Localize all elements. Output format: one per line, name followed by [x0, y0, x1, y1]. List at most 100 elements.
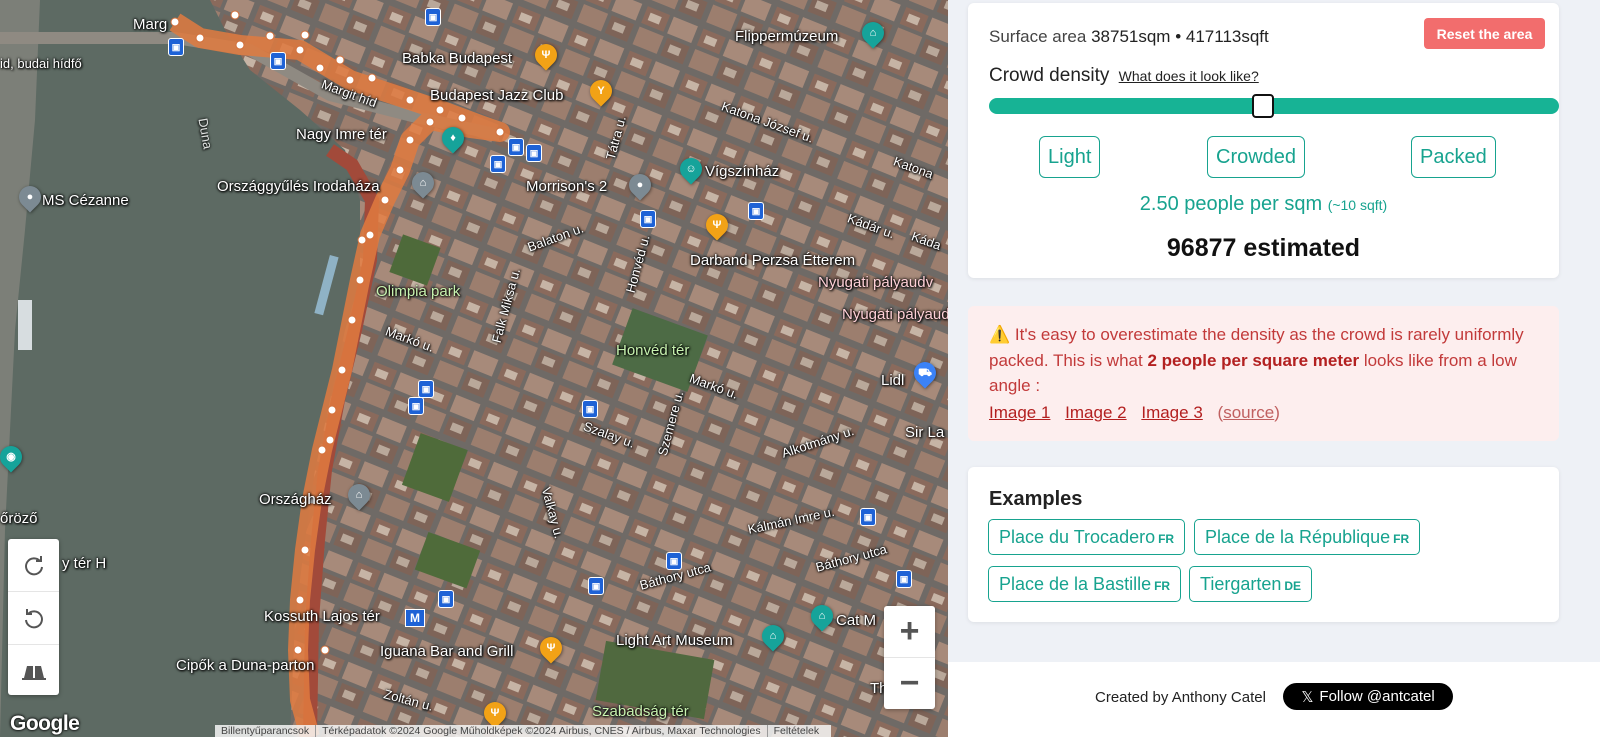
bus-stop-icon[interactable]: ▣ — [666, 552, 682, 570]
rotate-clockwise-button[interactable] — [8, 539, 59, 592]
author-credit: Created by Anthony Catel — [1095, 689, 1266, 706]
source-link[interactable]: source — [1223, 403, 1274, 422]
map-label: Nagy Imre tér — [296, 126, 387, 143]
source-wrapper: (source) — [1218, 403, 1280, 422]
reset-area-button[interactable]: Reset the area — [1424, 18, 1545, 49]
map-label: Országház — [259, 491, 332, 508]
paren-close: ) — [1274, 403, 1280, 422]
bus-stop-icon[interactable]: ▣ — [425, 8, 441, 26]
image-3-link[interactable]: Image 3 — [1141, 403, 1202, 422]
bus-stop-icon[interactable]: ▣ — [526, 144, 542, 162]
map-label: Babka Budapest — [402, 50, 513, 67]
map-label: Flippermúzeum — [735, 28, 839, 45]
map-label: őröző — [0, 510, 38, 527]
image-2-link[interactable]: Image 2 — [1065, 403, 1126, 422]
metro-M-icon[interactable]: M — [405, 609, 425, 627]
zoom-control: + − — [884, 606, 935, 709]
x-logo-icon: 𝕏 — [1301, 688, 1314, 706]
bus-stop-icon[interactable]: ▣ — [438, 590, 454, 608]
what-does-it-look-like-link[interactable]: What does it look like? — [1119, 68, 1259, 84]
example-country: DE — [1284, 578, 1302, 593]
map-label: Cipők a Duna-parton — [176, 657, 315, 674]
bus-stop-icon[interactable]: ▣ — [418, 380, 434, 398]
footer: Created by Anthony Catel 𝕏 Follow @antca… — [948, 662, 1600, 737]
bus-stop-icon[interactable]: ▣ — [408, 397, 424, 415]
satellite-imagery — [0, 0, 948, 737]
density-packed-button[interactable]: Packed — [1411, 136, 1496, 178]
map-label: Nyugati pályaudv — [842, 306, 948, 323]
surface-area-sqft: 417113sqft — [1185, 27, 1269, 46]
keyboard-shortcuts-link[interactable]: Billentyűparancsok — [215, 725, 317, 737]
map-label: Morrison's 2 — [526, 178, 608, 195]
map-label: Honvéd tér — [616, 342, 690, 359]
warning-card: ⚠️ It's easy to overestimate the density… — [968, 306, 1559, 441]
example-republique-button[interactable]: Place de la République FR — [1194, 519, 1421, 555]
map-label: Olimpia park — [376, 283, 461, 300]
map-label: Vígszínház — [705, 163, 780, 180]
bus-stop-icon[interactable]: ▣ — [640, 210, 656, 228]
map-label: Darband Perzsa Étterem — [690, 252, 856, 269]
map-label: Marg — [133, 16, 168, 33]
bus-stop-icon[interactable]: ▣ — [588, 577, 604, 595]
tilt-view-button[interactable] — [8, 645, 59, 697]
map-label: Cat M — [836, 612, 877, 629]
bus-stop-icon[interactable]: ▣ — [270, 52, 286, 70]
example-tiergarten-button[interactable]: Tiergarten DE — [1189, 566, 1313, 602]
map-label: Nyugati pályaudv — [818, 274, 934, 291]
examples-card: Examples Place du Trocadero FR Place de l… — [968, 467, 1559, 622]
zoom-in-button[interactable]: + — [884, 606, 935, 658]
rotate-tilt-control — [8, 539, 59, 695]
map-view[interactable]: Marg id, budai hídfő Babka Budapest Flip… — [0, 0, 948, 737]
examples-title: Examples — [989, 488, 1083, 510]
people-per-sqm: 2.50 people per sqm — [1139, 193, 1323, 215]
terms-link[interactable]: Feltételek — [768, 725, 826, 737]
map-label: Budapest Jazz Club — [430, 87, 564, 104]
example-name: Tiergarten — [1200, 573, 1282, 594]
map-label: Kossuth Lajos tér — [264, 608, 380, 625]
warning-icon: ⚠️ — [989, 325, 1011, 344]
example-country: FR — [1158, 531, 1175, 546]
warning-text: ⚠️ It's easy to overestimate the density… — [989, 322, 1539, 399]
density-rate: 2.50 people per sqm (~10 sqft) — [968, 193, 1559, 216]
warning-emphasis: 2 people per square meter — [1147, 350, 1360, 370]
crowd-estimate: 96877 estimated — [1166, 234, 1361, 262]
bus-stop-icon[interactable]: ▣ — [168, 38, 184, 56]
x-follow-button[interactable]: 𝕏 Follow @antcatel — [1283, 683, 1453, 710]
example-name: Place de la Bastille — [999, 573, 1152, 594]
map-label: id, budai hídfő — [0, 56, 82, 71]
map-data-credit: Térképadatok ©2024 Google Műholdképek ©2… — [316, 725, 768, 737]
density-slider-track[interactable] — [989, 98, 1559, 114]
bus-stop-icon[interactable]: ▣ — [748, 202, 764, 220]
density-crowded-button[interactable]: Crowded — [1207, 136, 1306, 178]
zoom-out-button[interactable]: − — [884, 658, 935, 709]
map-label: Iguana Bar and Grill — [380, 643, 514, 660]
rotate-counterclockwise-button[interactable] — [8, 592, 59, 645]
warning-links: Image 1 Image 2 Image 3 (source) — [989, 403, 1280, 423]
bus-stop-icon[interactable]: ▣ — [582, 400, 598, 418]
example-country: FR — [1393, 531, 1410, 546]
bus-stop-icon[interactable]: ▣ — [508, 138, 524, 156]
control-panel: Surface area 38751sqm • 417113sqft Reset… — [948, 0, 1600, 737]
crowd-density-title: Crowd density — [989, 65, 1110, 86]
density-slider-thumb[interactable] — [1251, 94, 1274, 118]
map-label: Szabadság tér — [592, 703, 689, 720]
surface-area-separator: • — [1175, 27, 1182, 46]
example-bastille-button[interactable]: Place de la Bastille FR — [988, 566, 1182, 602]
surface-area-sqm: 38751sqm — [1091, 27, 1171, 46]
example-name: Place de la République — [1205, 526, 1391, 547]
bus-stop-icon[interactable]: ▣ — [490, 155, 506, 173]
example-trocadero-button[interactable]: Place du Trocadero FR — [988, 519, 1186, 555]
bus-stop-icon[interactable]: ▣ — [860, 508, 876, 526]
bus-stop-icon[interactable]: ▣ — [896, 570, 912, 588]
follow-label: Follow @antcatel — [1319, 688, 1435, 705]
example-name: Place du Trocadero — [999, 526, 1156, 547]
map-label: MS Cézanne — [42, 192, 129, 209]
density-light-button[interactable]: Light — [1039, 136, 1101, 178]
surface-area-label: Surface area — [989, 27, 1087, 46]
map-label: y tér H — [62, 555, 107, 572]
map-attribution: Billentyűparancsok Térképadatok ©2024 Go… — [215, 725, 832, 737]
rotate-counterclockwise-icon — [24, 609, 43, 629]
rotate-clockwise-icon — [24, 556, 43, 576]
map-label: Lidl — [881, 372, 905, 389]
image-1-link[interactable]: Image 1 — [989, 403, 1050, 422]
